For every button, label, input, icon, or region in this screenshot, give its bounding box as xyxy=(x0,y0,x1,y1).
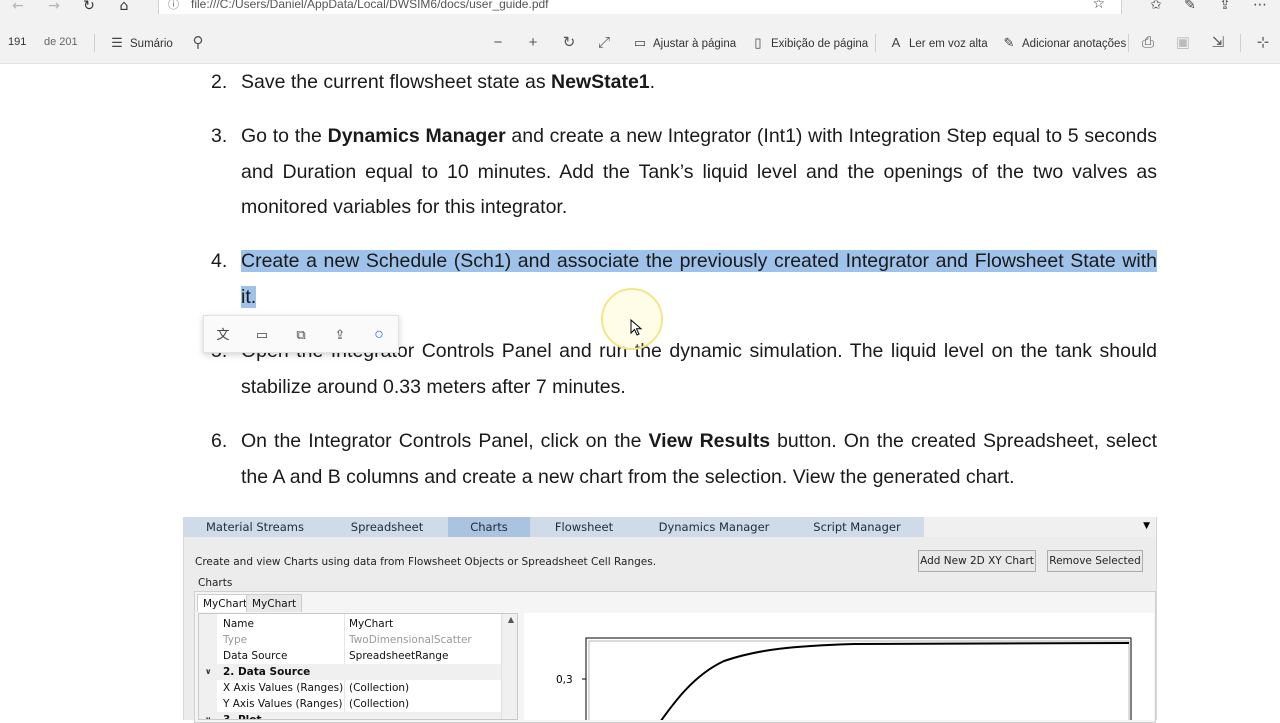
tab-material-streams[interactable]: Material Streams xyxy=(184,517,326,537)
pin-icon[interactable]: ⊹ xyxy=(1252,30,1274,56)
comment-icon[interactable]: ▭ xyxy=(252,325,272,345)
back-icon[interactable]: ← xyxy=(8,0,28,15)
list-number: 3. xyxy=(211,125,228,147)
more-icon[interactable]: ⋯ xyxy=(1250,0,1270,13)
charts-group-label: Charts xyxy=(198,577,233,589)
search-icon[interactable]: ⚲ xyxy=(187,30,209,56)
divider xyxy=(1128,34,1129,52)
add-notes-label: Adicionar anotações xyxy=(1022,38,1127,50)
read-aloud-label: Ler em voz alta xyxy=(909,38,988,50)
selection-toolbar: 文 ▭ ⧉ ⇪ ○ xyxy=(203,315,399,353)
cortana-icon[interactable]: ○ xyxy=(369,325,389,345)
tab-script-manager[interactable]: Script Manager xyxy=(790,517,924,537)
app-tab-strip: Material Streams Spreadsheet Charts Flow… xyxy=(184,517,1156,537)
favorite-star-icon[interactable]: ☆ xyxy=(1092,0,1105,12)
chart-plot: 0,3 xyxy=(556,637,1132,720)
summary-label: Sumário xyxy=(130,38,173,50)
embedded-screenshot: Material Streams Spreadsheet Charts Flow… xyxy=(183,517,1157,723)
property-category[interactable]: ∨ 2. Data Source xyxy=(199,664,501,680)
favorites-icon[interactable]: ✩ xyxy=(1146,0,1166,13)
list-text-selected[interactable]: Create a new Schedule (Sch1) and associa… xyxy=(241,244,1157,315)
property-row[interactable]: Type TwoDimensionalScatter xyxy=(199,632,501,648)
print-icon[interactable]: ⎙ xyxy=(1137,30,1159,56)
chart-tab[interactable]: MyChart xyxy=(246,594,303,612)
pen-icon[interactable]: ✎ xyxy=(1180,0,1200,13)
copy-icon[interactable]: ⧉ xyxy=(291,325,311,345)
list-number: 4. xyxy=(211,250,228,272)
divider xyxy=(94,34,95,52)
summary-button[interactable]: ☰ Sumário xyxy=(109,30,173,56)
divider xyxy=(1240,34,1241,52)
page-number-input[interactable]: 191 xyxy=(8,36,26,48)
page-view-icon: ▯ xyxy=(754,35,762,50)
translate-icon[interactable]: 文 xyxy=(213,325,233,345)
chart-tab[interactable]: MyChart xyxy=(197,594,254,612)
property-row[interactable]: X Axis Values (Ranges) (Collection) xyxy=(199,680,501,696)
tab-dropdown-icon[interactable]: ▼ xyxy=(1143,521,1150,531)
tab-spreadsheet[interactable]: Spreadsheet xyxy=(326,517,448,537)
list-number: 2. xyxy=(211,71,228,93)
fit-page-icon: ▭ xyxy=(633,35,647,50)
collapse-icon[interactable]: ∨ xyxy=(205,712,212,719)
mouse-cursor-icon xyxy=(630,319,643,336)
address-bar[interactable]: ⓘ file:///C:/Users/Daniel/AppData/Local/… xyxy=(158,0,1122,15)
pen-icon: ✎ xyxy=(1003,35,1015,50)
refresh-icon[interactable]: ↻ xyxy=(79,0,99,15)
charts-hint: Create and view Charts using data from F… xyxy=(195,556,657,568)
collapse-icon[interactable]: ∨ xyxy=(205,664,212,680)
save-icon[interactable]: ▣ xyxy=(1172,30,1194,56)
info-icon: ⓘ xyxy=(168,0,179,11)
remove-selected-button[interactable]: Remove Selected xyxy=(1047,550,1143,572)
property-category[interactable]: ∨ 3. Plot xyxy=(199,712,501,719)
read-aloud-icon: A xyxy=(891,35,901,50)
fullscreen-icon[interactable]: ⤢ xyxy=(593,30,615,56)
y-tick-label: 0,3 xyxy=(556,674,573,686)
selected-text[interactable]: Create a new Schedule (Sch1) and associa… xyxy=(241,250,1157,308)
fit-page-button[interactable]: ▭ Ajustar à página xyxy=(632,30,736,56)
property-grid[interactable]: Name MyChart Type TwoDimensionalScatter Da… xyxy=(198,613,518,720)
list-text: Save the current flowsheet state as NewS… xyxy=(241,71,656,93)
forward-icon[interactable]: → xyxy=(44,0,64,15)
scrollbar[interactable]: ▲ xyxy=(501,614,517,719)
list-number: 6. xyxy=(211,430,228,452)
tab-strip-filler xyxy=(924,517,1156,537)
share-icon[interactable]: ⇪ xyxy=(330,325,350,345)
tab-dynamics-manager[interactable]: Dynamics Manager xyxy=(638,517,790,537)
list-icon: ☰ xyxy=(111,35,123,50)
plot-frame xyxy=(585,637,1132,720)
zoom-out-icon[interactable]: − xyxy=(487,30,509,56)
tab-charts[interactable]: Charts xyxy=(448,517,530,537)
list-text: On the Integrator Controls Panel, click … xyxy=(241,430,1157,488)
charts-panel: Create and view Charts using data from F… xyxy=(184,537,1156,723)
url-text: file:///C:/Users/Daniel/AppData/Local/DW… xyxy=(191,0,549,11)
page-view-button[interactable]: ▯ Exibição de página xyxy=(750,30,868,56)
read-aloud-button[interactable]: A Ler em voz alta xyxy=(888,30,988,56)
save-as-icon[interactable]: ⇲ xyxy=(1207,30,1229,56)
pdf-toolbar: 191 de 201 ☰ Sumário ⚲ − + ↻ ⤢ ▭ Ajustar à… xyxy=(0,14,1280,64)
add-notes-button[interactable]: ✎ Adicionar anotações xyxy=(1001,30,1127,56)
tab-flowsheet[interactable]: Flowsheet xyxy=(530,517,638,537)
zoom-in-icon[interactable]: + xyxy=(522,30,544,56)
page-view-label: Exibição de página xyxy=(771,38,869,50)
rotate-icon[interactable]: ↻ xyxy=(558,30,580,56)
page-total: de 201 xyxy=(44,36,78,48)
add-chart-button[interactable]: Add New 2D XY Chart xyxy=(918,550,1036,572)
browser-address-row: ← → ↻ ⌂ ⓘ file:///C:/Users/Daniel/AppDat… xyxy=(0,0,1280,15)
scroll-up-icon[interactable]: ▲ xyxy=(508,615,514,624)
fit-page-label: Ajustar à página xyxy=(653,38,737,50)
list-text: Go to the Dynamics Manager and create a … xyxy=(241,125,1157,218)
property-row[interactable]: Data Source SpreadsheetRange xyxy=(199,648,501,664)
property-row[interactable]: Y Axis Values (Ranges) (Collection) xyxy=(199,696,501,712)
share-icon[interactable]: ⇪ xyxy=(1215,0,1235,13)
chart-area: 0,3 xyxy=(524,613,1154,720)
property-row[interactable]: Name MyChart xyxy=(199,616,501,632)
pdf-page: 2. Save the current flowsheet state as N… xyxy=(0,65,1280,723)
home-icon[interactable]: ⌂ xyxy=(114,0,134,15)
divider xyxy=(875,34,876,52)
